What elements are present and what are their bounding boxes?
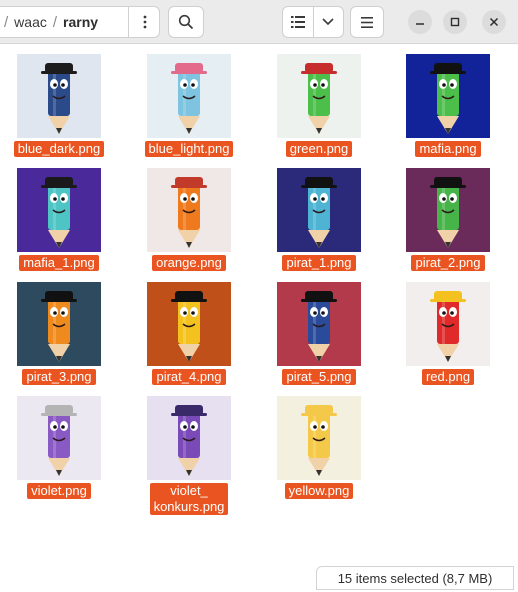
file-name-label: pirat_1.png bbox=[282, 255, 356, 271]
chevron-down-icon bbox=[322, 18, 335, 26]
file-name-label: mafia_1.png bbox=[19, 255, 99, 271]
file-thumbnail bbox=[406, 54, 490, 138]
maximize-button[interactable] bbox=[443, 10, 467, 34]
file-name-label: yellow.png bbox=[284, 483, 354, 499]
hamburger-icon bbox=[361, 16, 373, 28]
vertical-dots-icon bbox=[143, 15, 146, 29]
file-item[interactable]: mafia_1.png bbox=[0, 168, 119, 271]
search-button[interactable] bbox=[168, 6, 204, 38]
file-thumbnail bbox=[277, 396, 361, 480]
file-name-label: pirat_3.png bbox=[22, 369, 96, 385]
minimize-icon bbox=[416, 23, 424, 25]
view-switcher bbox=[282, 6, 344, 38]
file-name-label: orange.png bbox=[152, 255, 226, 271]
file-name-label: blue_light.png bbox=[144, 141, 234, 157]
file-item[interactable]: pirat_5.png bbox=[259, 282, 379, 385]
file-thumbnail bbox=[17, 54, 101, 138]
file-name-label: violet.png bbox=[27, 483, 91, 499]
file-name-label: blue_dark.png bbox=[13, 141, 105, 157]
breadcrumb-parent[interactable]: waac bbox=[12, 14, 49, 30]
file-thumbnail bbox=[147, 396, 231, 480]
file-thumbnail bbox=[147, 282, 231, 366]
main-menu-button[interactable] bbox=[350, 6, 384, 38]
file-name-label: green.png bbox=[285, 141, 353, 157]
close-icon bbox=[489, 17, 499, 27]
file-thumbnail bbox=[277, 282, 361, 366]
breadcrumb-separator: / bbox=[4, 13, 9, 31]
path-menu-button[interactable] bbox=[128, 6, 160, 38]
file-item[interactable]: green.png bbox=[259, 54, 379, 157]
file-item[interactable]: yellow.png bbox=[259, 396, 379, 499]
file-item[interactable]: mafia.png bbox=[388, 54, 508, 157]
file-item[interactable]: violet_ konkurs.png bbox=[129, 396, 249, 515]
file-item[interactable]: red.png bbox=[388, 282, 508, 385]
file-grid: blue_dark.png blue_light.png green.png mafi… bbox=[0, 44, 518, 592]
file-thumbnail bbox=[147, 168, 231, 252]
breadcrumb-current[interactable]: rarny bbox=[61, 14, 100, 30]
file-thumbnail bbox=[277, 168, 361, 252]
file-thumbnail bbox=[406, 168, 490, 252]
breadcrumb-separator: / bbox=[52, 13, 58, 31]
minimize-button[interactable] bbox=[408, 10, 432, 34]
file-item[interactable]: pirat_2.png bbox=[388, 168, 508, 271]
list-view-button[interactable] bbox=[283, 7, 313, 37]
search-icon bbox=[178, 14, 194, 30]
file-item[interactable]: pirat_1.png bbox=[259, 168, 379, 271]
view-options-button[interactable] bbox=[312, 7, 343, 37]
file-thumbnail bbox=[17, 282, 101, 366]
list-view-icon bbox=[290, 16, 305, 28]
file-name-label: violet_ konkurs.png bbox=[149, 483, 229, 515]
file-name-label: pirat_4.png bbox=[152, 369, 226, 385]
file-name-label: pirat_5.png bbox=[282, 369, 356, 385]
file-name-label: mafia.png bbox=[415, 141, 481, 157]
file-item[interactable]: violet.png bbox=[0, 396, 119, 499]
file-name-label: red.png bbox=[421, 369, 475, 385]
file-manager-window: / waac / rarny blue_dark.png blue_light.… bbox=[0, 0, 518, 592]
file-item[interactable]: blue_dark.png bbox=[0, 54, 119, 157]
file-thumbnail bbox=[147, 54, 231, 138]
file-thumbnail bbox=[17, 168, 101, 252]
file-name-label: pirat_2.png bbox=[411, 255, 485, 271]
file-item[interactable]: orange.png bbox=[129, 168, 249, 271]
close-button[interactable] bbox=[482, 10, 506, 34]
maximize-icon bbox=[450, 17, 460, 27]
file-thumbnail bbox=[406, 282, 490, 366]
header-bar: / waac / rarny bbox=[0, 0, 518, 44]
selection-status: 15 items selected (8,7 MB) bbox=[316, 566, 514, 590]
file-thumbnail bbox=[17, 396, 101, 480]
file-item[interactable]: pirat_4.png bbox=[129, 282, 249, 385]
file-item[interactable]: blue_light.png bbox=[129, 54, 249, 157]
file-thumbnail bbox=[277, 54, 361, 138]
file-item[interactable]: pirat_3.png bbox=[0, 282, 119, 385]
